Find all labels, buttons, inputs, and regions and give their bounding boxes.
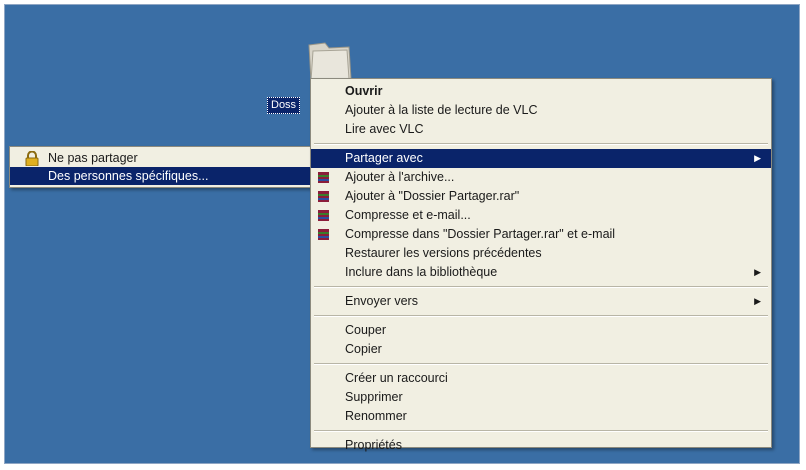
menu-item-label: Créer un raccourci [345,371,448,385]
submenu-arrow-icon: ▶ [754,153,761,163]
menu-item-label: Renommer [345,409,407,423]
menu-item-inclure-bibliotheque[interactable]: Inclure dans la bibliothèque ▶ [311,263,771,282]
menu-item-label: Restaurer les versions précédentes [345,246,542,260]
menu-item-supprimer[interactable]: Supprimer [311,388,771,407]
winrar-icon [318,210,329,221]
menu-item-renommer[interactable]: Renommer [311,407,771,426]
submenu-item-label: Ne pas partager [48,151,138,165]
menu-item-label: Inclure dans la bibliothèque [345,265,498,279]
menu-item-restaurer-versions[interactable]: Restaurer les versions précédentes [311,244,771,263]
winrar-icon [318,172,329,183]
menu-item-label: Couper [345,323,386,337]
menu-item-ajouter-archive[interactable]: Ajouter à l'archive... [311,168,771,187]
menu-item-envoyer-vers[interactable]: Envoyer vers ▶ [311,292,771,311]
menu-item-vlc-playlist[interactable]: Ajouter à la liste de lecture de VLC [311,101,771,120]
submenu-item-des-personnes-specifiques[interactable]: Des personnes spécifiques... [10,167,312,185]
submenu-item-ne-pas-partager[interactable]: Ne pas partager [10,149,312,167]
menu-item-compresse-email[interactable]: Compresse et e-mail... [311,206,771,225]
menu-item-label: Supprimer [345,390,403,404]
submenu-arrow-icon: ▶ [754,296,761,306]
share-submenu: Ne pas partager Des personnes spécifique… [9,146,313,188]
context-menu: Ouvrir Ajouter à la liste de lecture de … [310,78,772,452]
menu-item-copier[interactable]: Copier [311,340,771,359]
menu-item-label: Lire avec VLC [345,122,424,136]
menu-item-compresse-rar-email[interactable]: Compresse dans "Dossier Partager.rar" et… [311,225,771,244]
menu-item-label: Copier [345,342,382,356]
menu-item-ajouter-rar[interactable]: Ajouter à "Dossier Partager.rar" [311,187,771,206]
folder-label[interactable]: Doss [267,97,301,114]
menu-item-label: Ajouter à "Dossier Partager.rar" [345,189,520,203]
menu-item-label: Ajouter à l'archive... [345,170,455,184]
menu-item-vlc-play[interactable]: Lire avec VLC [311,120,771,139]
menu-item-couper[interactable]: Couper [311,321,771,340]
menu-separator [314,430,768,432]
menu-separator [314,315,768,317]
menu-item-label: Partager avec [345,151,423,165]
menu-item-label: Compresse et e-mail... [345,208,471,222]
menu-item-label: Ouvrir [345,84,383,98]
menu-item-label: Compresse dans "Dossier Partager.rar" et… [345,227,616,241]
menu-item-label: Ajouter à la liste de lecture de VLC [345,103,538,117]
menu-separator [314,143,768,145]
lock-icon [25,151,39,166]
submenu-arrow-icon: ▶ [754,267,761,277]
menu-item-label: Envoyer vers [345,294,418,308]
menu-item-ouvrir[interactable]: Ouvrir [311,82,771,101]
winrar-icon [318,229,329,240]
menu-item-partager-avec[interactable]: Partager avec ▶ [311,149,771,168]
submenu-item-label: Des personnes spécifiques... [48,169,209,183]
menu-separator [314,286,768,288]
menu-item-label: Propriétés [345,438,402,452]
winrar-icon [318,191,329,202]
menu-item-creer-raccourci[interactable]: Créer un raccourci [311,369,771,388]
menu-item-proprietes[interactable]: Propriétés [311,436,771,455]
menu-separator [314,363,768,365]
